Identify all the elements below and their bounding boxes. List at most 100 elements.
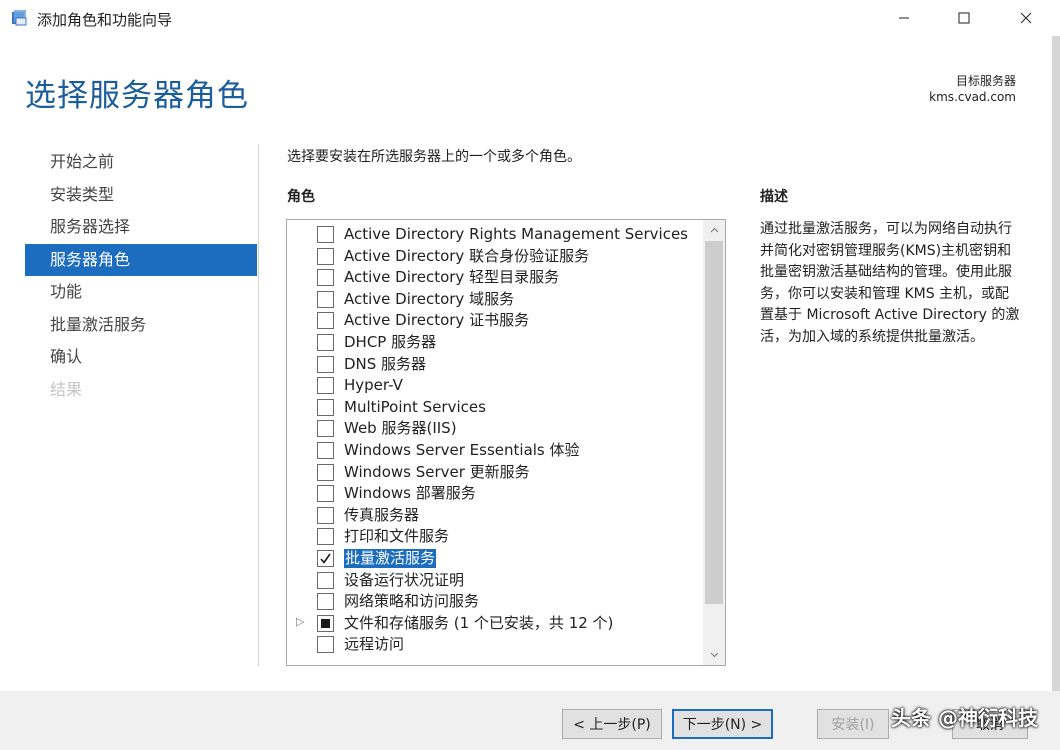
role-label[interactable]: Active Directory Rights Management Servi… — [344, 225, 688, 244]
role-checkbox[interactable] — [317, 485, 334, 503]
install-button: 安装(I) — [817, 709, 889, 739]
role-label[interactable]: 传真服务器 — [344, 506, 419, 525]
role-row[interactable]: Active Directory 证书服务 — [287, 310, 703, 332]
role-checkbox[interactable] — [317, 377, 334, 395]
role-checkbox[interactable] — [317, 269, 334, 287]
nav-item-before-you-begin[interactable]: 开始之前 — [25, 146, 257, 179]
close-button[interactable] — [1003, 0, 1049, 36]
role-checkbox[interactable] — [317, 398, 334, 416]
chevron-up-icon — [710, 227, 718, 233]
role-row[interactable]: 打印和文件服务 — [287, 526, 703, 548]
scroll-up-button[interactable] — [703, 220, 725, 240]
instruction-text: 选择要安装在所选服务器上的一个或多个角色。 — [287, 149, 581, 165]
nav-item-volume-activation[interactable]: 批量激活服务 — [25, 309, 257, 342]
nav-divider — [258, 144, 259, 666]
role-label[interactable]: 网络策略和访问服务 — [344, 592, 479, 611]
role-checkbox[interactable] — [317, 333, 334, 351]
nav-item-confirmation[interactable]: 确认 — [25, 341, 257, 374]
target-server-label: 目标服务器 — [955, 74, 1016, 88]
roles-header: 角色 — [287, 189, 315, 205]
watermark: 头条 @神衍科技 — [891, 706, 1038, 730]
role-row[interactable]: Windows Server Essentials 体验 — [287, 440, 703, 462]
role-checkbox[interactable] — [317, 549, 334, 567]
nav-item-features[interactable]: 功能 — [25, 276, 257, 309]
roles-scrollbar[interactable] — [703, 220, 725, 665]
role-label[interactable]: Active Directory 证书服务 — [344, 311, 529, 330]
nav-item-server-selection[interactable]: 服务器选择 — [25, 211, 257, 244]
role-row[interactable]: Web 服务器(IIS) — [287, 418, 703, 440]
role-label[interactable]: Active Directory 轻型目录服务 — [344, 268, 559, 287]
role-checkbox[interactable] — [317, 290, 334, 308]
role-label[interactable]: Windows Server Essentials 体验 — [344, 441, 580, 460]
role-row[interactable]: MultiPoint Services — [287, 397, 703, 419]
chevron-down-icon — [710, 652, 718, 658]
checkmark-icon — [320, 553, 331, 564]
role-checkbox[interactable] — [317, 441, 334, 459]
close-icon — [1020, 12, 1032, 24]
role-checkbox[interactable] — [317, 420, 334, 438]
target-server-value: kms.cvad.com — [929, 90, 1016, 104]
title-bar: 添加角色和功能向导 — [0, 0, 1060, 36]
next-button[interactable]: 下一步(N) > — [672, 709, 773, 739]
role-checkbox[interactable] — [317, 312, 334, 330]
role-label[interactable]: Active Directory 域服务 — [344, 290, 514, 309]
role-row[interactable]: 传真服务器 — [287, 505, 703, 527]
roles-list-items: Active Directory Rights Management Servi… — [287, 224, 703, 656]
maximize-button[interactable] — [941, 0, 987, 36]
role-label[interactable]: Web 服务器(IIS) — [344, 419, 457, 438]
maximize-icon — [958, 12, 970, 24]
role-label[interactable]: 设备运行状况证明 — [344, 571, 464, 590]
scroll-thumb[interactable] — [705, 241, 723, 604]
window-edge — [1052, 36, 1060, 691]
role-row[interactable]: 网络策略和访问服务 — [287, 591, 703, 613]
role-row[interactable]: ▷ 文件和存储服务 (1 个已安装，共 12 个) — [287, 613, 703, 635]
nav-item-installation-type[interactable]: 安装类型 — [25, 179, 257, 212]
role-row[interactable]: DHCP 服务器 — [287, 332, 703, 354]
role-row[interactable]: DNS 服务器 — [287, 354, 703, 376]
role-row[interactable]: 批量激活服务 — [287, 548, 703, 570]
role-checkbox[interactable] — [317, 528, 334, 546]
roles-list[interactable]: Active Directory Rights Management Servi… — [286, 219, 726, 666]
role-row[interactable]: Active Directory 联合身份验证服务 — [287, 246, 703, 268]
role-row[interactable]: Active Directory 轻型目录服务 — [287, 267, 703, 289]
role-row[interactable]: Active Directory Rights Management Servi… — [287, 224, 703, 246]
role-label[interactable]: Windows 部署服务 — [344, 484, 476, 503]
role-checkbox[interactable] — [317, 636, 334, 654]
minimize-icon — [899, 17, 909, 19]
role-checkbox[interactable] — [317, 506, 334, 524]
role-label[interactable]: 批量激活服务 — [344, 548, 437, 568]
role-checkbox[interactable] — [317, 247, 334, 265]
role-label[interactable]: Active Directory 联合身份验证服务 — [344, 247, 589, 266]
role-label[interactable]: Windows Server 更新服务 — [344, 463, 530, 482]
previous-button[interactable]: < 上一步(P) — [562, 709, 662, 739]
role-label[interactable]: DNS 服务器 — [344, 355, 426, 374]
role-label[interactable]: 文件和存储服务 (1 个已安装，共 12 个) — [344, 614, 613, 633]
role-label[interactable]: MultiPoint Services — [344, 398, 486, 417]
role-row[interactable]: Hyper-V — [287, 375, 703, 397]
server-manager-icon — [10, 9, 28, 27]
page-title: 选择服务器角色 — [25, 78, 249, 114]
role-row[interactable]: Active Directory 域服务 — [287, 289, 703, 311]
description-text: 通过批量激活服务，可以为网络自动执行并简化对密钥管理服务(KMS)主机密钥和批量… — [760, 221, 1020, 345]
role-row[interactable]: Windows Server 更新服务 — [287, 462, 703, 484]
window-title: 添加角色和功能向导 — [37, 11, 173, 29]
wizard-nav: 开始之前 安装类型 服务器选择 服务器角色 功能 批量激活服务 确认 结果 — [25, 146, 257, 406]
minimize-button[interactable] — [881, 0, 927, 36]
role-row[interactable]: 设备运行状况证明 — [287, 570, 703, 592]
role-checkbox[interactable] — [317, 463, 334, 481]
role-label[interactable]: 远程访问 — [344, 635, 404, 654]
role-row[interactable]: 远程访问 — [287, 634, 703, 656]
role-checkbox[interactable] — [317, 614, 334, 632]
role-row[interactable]: Windows 部署服务 — [287, 483, 703, 505]
role-label[interactable]: DHCP 服务器 — [344, 333, 436, 352]
expand-arrow-icon[interactable]: ▷ — [296, 615, 304, 628]
role-label[interactable]: Hyper-V — [344, 376, 403, 395]
role-checkbox[interactable] — [317, 571, 334, 589]
role-checkbox[interactable] — [317, 355, 334, 373]
role-checkbox[interactable] — [317, 593, 334, 611]
nav-item-server-roles[interactable]: 服务器角色 — [25, 243, 257, 276]
nav-item-results: 结果 — [50, 379, 83, 399]
role-label[interactable]: 打印和文件服务 — [344, 527, 449, 546]
scroll-down-button[interactable] — [703, 645, 725, 665]
role-checkbox[interactable] — [317, 226, 334, 243]
